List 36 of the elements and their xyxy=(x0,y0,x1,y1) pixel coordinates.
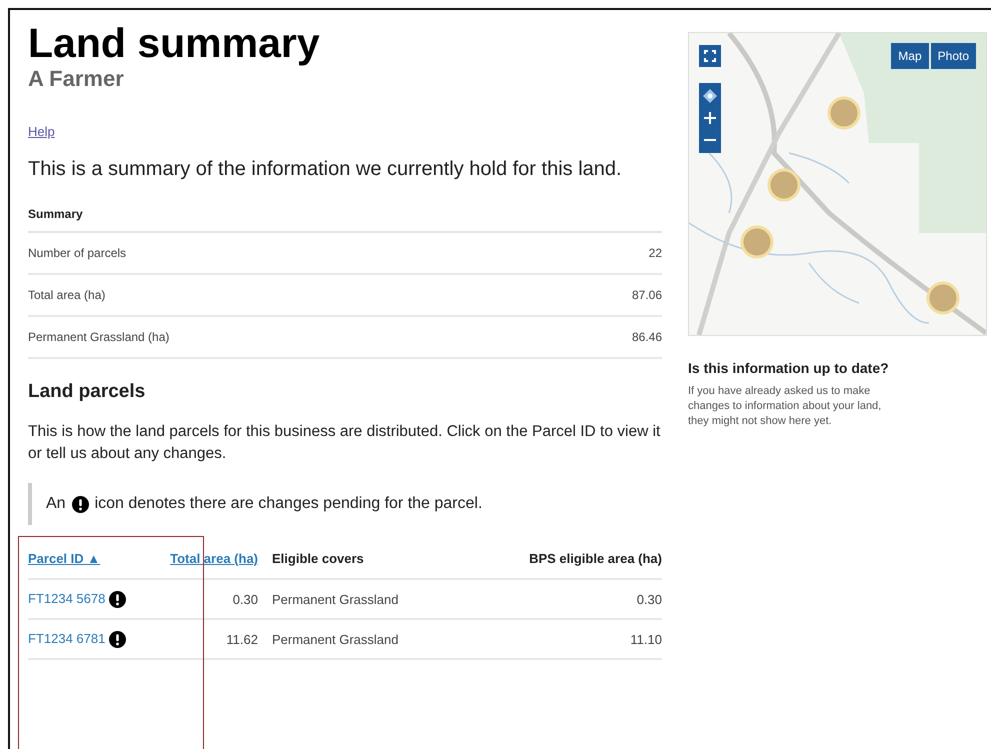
expand-icon xyxy=(703,49,717,63)
column-sort-link[interactable]: Parcel ID ▲ xyxy=(28,551,100,566)
table-cell: Permanent Grassland xyxy=(272,592,398,608)
section-description: This is how the land parcels for this business are distributed. Click on the Parcel ID to view it or tell us about any changes. xyxy=(28,422,662,464)
summary-value: 87.06 xyxy=(632,288,662,302)
table-cell: 11.10 xyxy=(630,632,662,648)
map-layer-button[interactable]: Map xyxy=(891,43,929,69)
page-subtitle: A Farmer xyxy=(28,66,125,92)
fullscreen-button[interactable] xyxy=(699,45,721,67)
column-header: BPS eligible area (ha) xyxy=(529,551,662,566)
summary-label: Total area (ha) xyxy=(28,288,106,302)
summary-value: 22 xyxy=(648,246,662,260)
map-layer-button[interactable]: Photo xyxy=(930,43,976,69)
column-sort-link[interactable]: Total area (ha) xyxy=(170,551,258,566)
exclamation-icon xyxy=(72,496,89,512)
summary-heading: Summary xyxy=(28,207,662,233)
notice-text: An xyxy=(46,495,66,513)
notice-text: icon denotes there are changes pending for the parcel. xyxy=(94,495,482,513)
table-cell: 0.30 xyxy=(232,592,258,608)
intro-text: This is a summary of the information we currently hold for this land. xyxy=(28,157,623,182)
summary-label: Number of parcels xyxy=(28,246,126,260)
location-icon xyxy=(703,89,717,103)
parcel-link[interactable]: FT1234 5678 xyxy=(28,591,106,606)
column-header: Eligible covers xyxy=(272,551,364,566)
help-link[interactable]: Help xyxy=(28,124,55,139)
sidebar-text: If you have already asked us to make changes to information about your land, they might not show here yet. xyxy=(688,384,882,429)
summary-label: Permanent Grassland (ha) xyxy=(28,330,170,344)
page-title: Land summary xyxy=(28,22,321,64)
plus-icon xyxy=(703,111,717,125)
summary-value: 86.46 xyxy=(632,330,662,344)
table-cell: 11.62 xyxy=(226,632,258,648)
section-heading: Land parcels xyxy=(28,381,146,403)
sidebar-heading: Is this information up to date? xyxy=(688,360,890,376)
table-cell: 0.30 xyxy=(636,592,662,608)
parcel-link[interactable]: FT1234 6781 xyxy=(28,631,106,646)
table-cell: Permanent Grassland xyxy=(272,632,398,648)
